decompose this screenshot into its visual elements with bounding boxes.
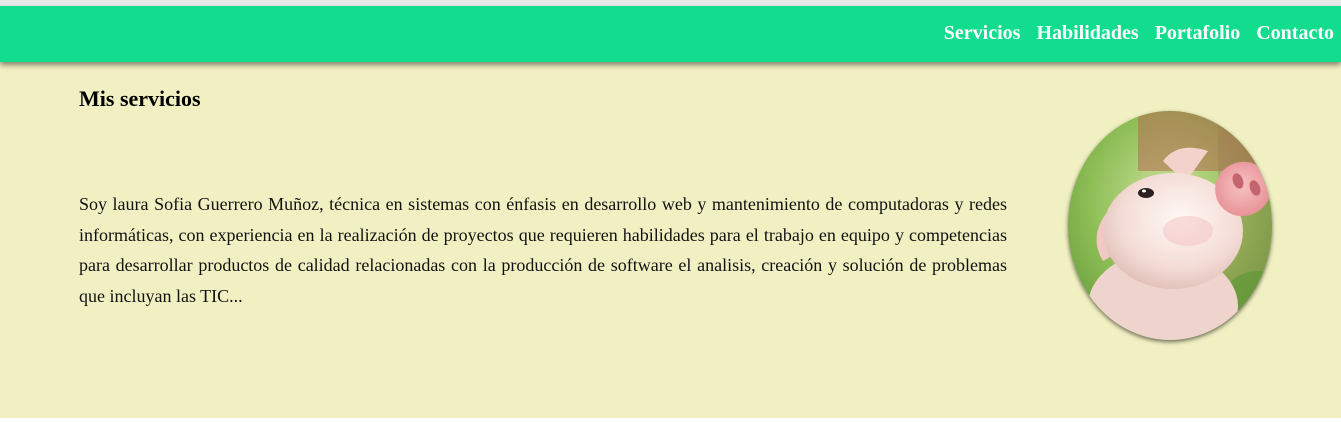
nav-link-contacto[interactable]: Contacto: [1256, 20, 1334, 46]
section-title: Mis servicios: [79, 86, 201, 111]
nav-link-portafolio[interactable]: Portafolio: [1155, 20, 1241, 46]
nav-links: Servicios Habilidades Portafolio Contact…: [944, 20, 1334, 46]
profile-avatar: [1068, 111, 1272, 340]
services-section: Mis servicios Soy laura Sofia Guerrero M…: [0, 62, 1341, 418]
nav-link-habilidades[interactable]: Habilidades: [1036, 20, 1138, 46]
nav-link-servicios[interactable]: Servicios: [944, 20, 1021, 46]
top-navbar: Servicios Habilidades Portafolio Contact…: [0, 6, 1341, 62]
bio-paragraph: Soy laura Sofia Guerrero Muñoz, técnica …: [79, 194, 1007, 306]
piglet-photo-icon: [1068, 111, 1272, 340]
